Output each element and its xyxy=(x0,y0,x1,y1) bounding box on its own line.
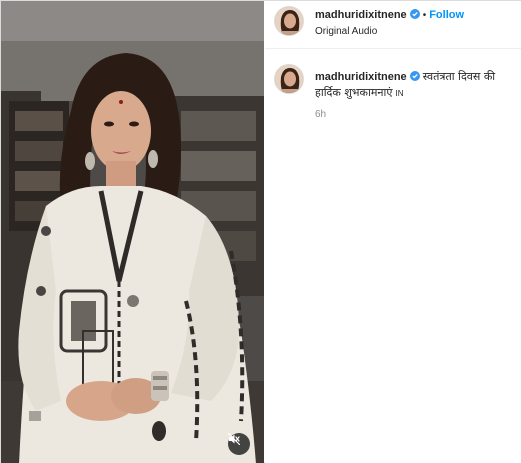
speaker-muted-icon xyxy=(228,433,240,445)
post-header: madhuridixitnene • Follow Original Audio xyxy=(265,1,521,49)
follow-button[interactable]: Follow xyxy=(429,9,464,21)
header-line: madhuridixitnene • Follow xyxy=(315,9,464,21)
audio-link[interactable]: Original Audio xyxy=(315,26,377,37)
profile-avatar[interactable] xyxy=(274,6,304,36)
verified-badge-icon xyxy=(409,71,420,81)
video-frame xyxy=(1,1,264,463)
caption-username[interactable]: madhuridixitnene xyxy=(315,71,407,83)
caption-text-block: madhuridixitnene स्वतंत्रता दिवस की हार्… xyxy=(315,69,515,101)
mute-button[interactable] xyxy=(228,433,250,455)
post-timestamp[interactable]: 6h xyxy=(315,109,326,120)
post-details-panel: madhuridixitnene • Follow Original Audio m… xyxy=(265,1,521,463)
avatar-image xyxy=(275,7,303,35)
header-separator: • xyxy=(422,10,427,21)
verified-badge-icon xyxy=(409,9,420,19)
avatar-image xyxy=(275,65,303,93)
caption-avatar[interactable] xyxy=(274,64,304,94)
instagram-post: madhuridixitnene • Follow Original Audio m… xyxy=(0,0,521,463)
author-username[interactable]: madhuridixitnene xyxy=(315,9,407,21)
caption-suffix: IN xyxy=(395,89,404,98)
video-player[interactable] xyxy=(1,1,264,463)
